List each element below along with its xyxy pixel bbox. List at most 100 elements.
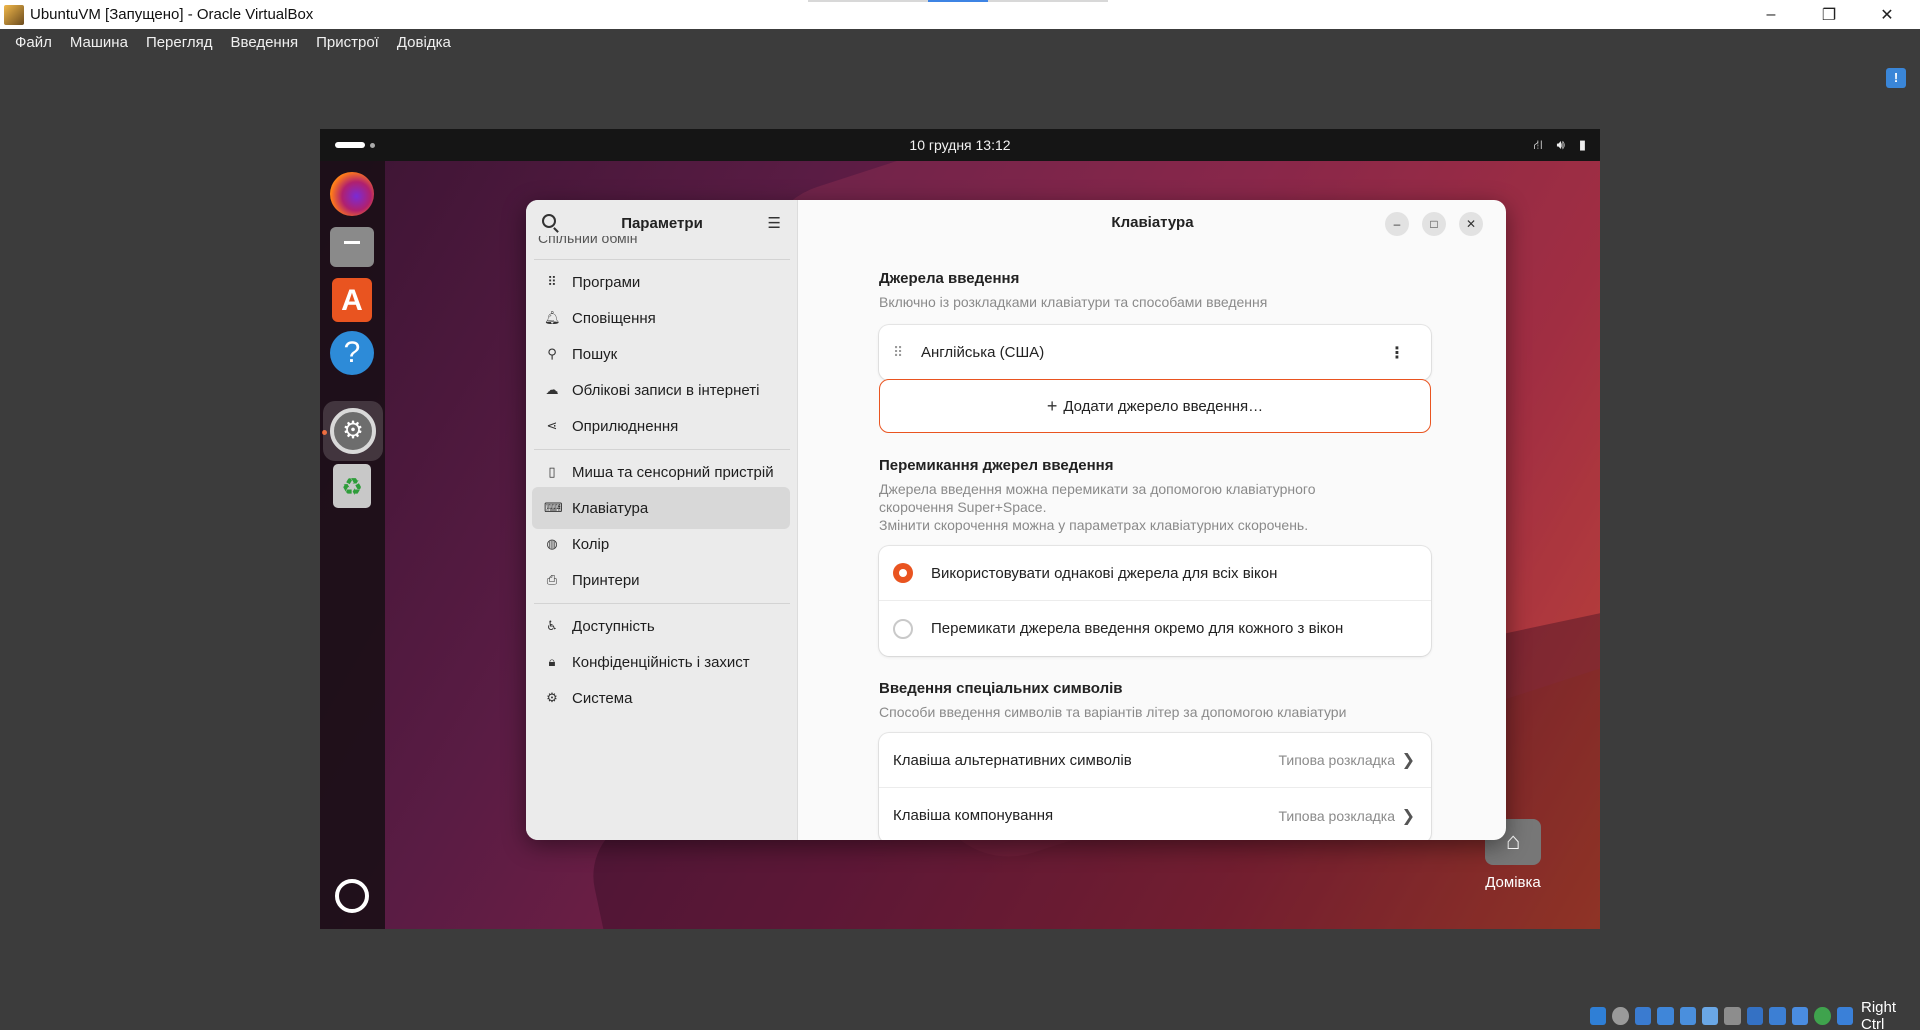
input-source-row[interactable]: ⠿ Англійська (США) ⋮ <box>879 325 1431 380</box>
network-icon[interactable]: ⛙ <box>1534 137 1543 155</box>
option-per-window-label: Перемикати джерела введення окремо для к… <box>931 620 1344 637</box>
search-icon: ⚲ <box>547 346 557 361</box>
sidebar-item-system[interactable]: ⚙ Система <box>532 677 790 719</box>
special-chars-list: Клавіша альтернативних символів Типова р… <box>879 733 1431 840</box>
dock-show-apps[interactable] <box>329 873 375 919</box>
system-tray[interactable]: ⛙ 🔊︎ ▮ <box>1534 137 1587 155</box>
cloud-icon: ☁ <box>545 382 559 397</box>
alt-chars-key-value: Типова розкладка <box>1278 752 1395 768</box>
battery-icon[interactable]: ▮ <box>1579 137 1586 155</box>
menu-view[interactable]: Перегляд <box>137 34 222 51</box>
virtualbox-icon <box>4 4 24 25</box>
sidebar-divider <box>534 259 790 260</box>
dock-settings[interactable]: ⚙ <box>323 401 383 461</box>
window-maximize-button[interactable]: □ <box>1422 212 1446 236</box>
switching-desc-1: Джерела введення можна перемикати за доп… <box>879 481 1316 497</box>
sidebar-item-label: Доступність <box>572 617 655 635</box>
cpu-icon[interactable] <box>1769 1007 1786 1025</box>
help-icon: ? <box>330 331 374 375</box>
hamburger-menu-icon[interactable]: ☰ <box>768 214 781 232</box>
network-adapter-icon[interactable] <box>1657 1007 1674 1025</box>
window-close-button[interactable]: ✕ <box>1459 212 1483 236</box>
hard-disk-icon[interactable] <box>1589 1007 1607 1025</box>
audio-icon[interactable] <box>1634 1007 1652 1025</box>
sidebar-divider <box>534 449 790 450</box>
titlebar-accent <box>808 0 1108 2</box>
host-key-label: Right Ctrl <box>1860 999 1897 1030</box>
share-icon: ⋖ <box>546 418 558 433</box>
gnome-topbar: 10 грудня 13:12 ⛙ 🔊︎ ▮ <box>320 129 1600 161</box>
compose-key-value: Типова розкладка <box>1278 807 1395 824</box>
alt-chars-key-row[interactable]: Клавіша альтернативних символів Типова р… <box>879 733 1431 788</box>
sidebar-item-label: Конфіденційність і захист <box>572 653 750 671</box>
close-button[interactable]: ✕ <box>1858 0 1916 29</box>
minimize-button[interactable]: – <box>1742 0 1800 29</box>
host-menubar: Файл Машина Перегляд Введення Пристрої Д… <box>0 29 1920 55</box>
sidebar-item-label: Сповіщення <box>572 309 656 327</box>
apps-grid-icon: ⠿ <box>547 274 557 289</box>
menu-help[interactable]: Довідка <box>388 34 460 51</box>
lock-icon: 🔒︎ <box>548 654 556 669</box>
sidebar-item-label: Облікові записи в інтернеті <box>572 381 760 399</box>
display-icon[interactable] <box>1724 1007 1741 1025</box>
option-per-window[interactable]: Перемикати джерела введення окремо для к… <box>879 601 1431 656</box>
sidebar-item-label: Колір <box>572 535 610 553</box>
trash-icon: ♻ <box>333 464 371 508</box>
add-input-source-button[interactable]: + Додати джерело введення… <box>879 379 1431 433</box>
plus-icon: + <box>1046 395 1058 416</box>
compose-key-row[interactable]: Клавіша компонування Типова розкладка ❯ <box>879 788 1431 840</box>
switching-title: Перемикання джерел введення <box>879 457 1114 474</box>
home-folder-label[interactable]: Домівка <box>1460 874 1566 891</box>
dock-firefox[interactable] <box>329 171 375 217</box>
keyboard-icon: ⌨ <box>544 500 563 515</box>
radio-selected[interactable] <box>893 563 913 583</box>
kebab-menu-icon[interactable]: ⋮ <box>1389 343 1405 363</box>
settings-icon: ⚙ <box>330 408 376 454</box>
dock-app-center[interactable]: A <box>329 277 375 323</box>
special-chars-title: Введення спеціальних символів <box>879 680 1123 697</box>
keyboard-capture-icon[interactable] <box>1836 1007 1853 1025</box>
sidebar-item-label: Миша та сенсорний пристрій <box>572 463 774 481</box>
radio-unselected[interactable] <box>893 618 913 639</box>
input-source-label: Англійська (США) <box>921 344 1045 361</box>
window-minimize-button[interactable]: – <box>1385 212 1409 236</box>
option-same-label: Використовувати однакові джерела для всі… <box>931 564 1278 582</box>
drag-handle-icon[interactable]: ⠿ <box>893 344 904 361</box>
menu-machine[interactable]: Машина <box>61 34 137 51</box>
sidebar-item-sharing-cut[interactable]: Спільний обмін <box>538 236 638 245</box>
input-sources-subtitle: Включно із розкладками клавіатури та спо… <box>879 294 1268 310</box>
restore-button[interactable]: ❐ <box>1800 0 1858 29</box>
menu-devices[interactable]: Пристрої <box>307 34 388 51</box>
shared-folders-icon[interactable] <box>1702 1007 1719 1025</box>
settings-window: Параметри ☰ Спільний обмін ⠿ Програми 🔔︎ С… <box>526 200 1506 840</box>
app-center-icon: A <box>332 278 372 322</box>
virtualization-icon[interactable] <box>1791 1007 1809 1025</box>
sidebar-item-label: Оприлюднення <box>572 417 679 435</box>
recording-icon[interactable] <box>1746 1007 1764 1025</box>
menu-file[interactable]: Файл <box>6 34 61 51</box>
chevron-right-icon: ❯ <box>1401 807 1415 825</box>
dock-help[interactable]: ? <box>329 330 375 376</box>
optical-drive-icon[interactable] <box>1612 1007 1629 1025</box>
menu-input[interactable]: Введення <box>222 34 308 51</box>
clock[interactable]: 10 грудня 13:12 <box>320 129 1600 161</box>
firefox-icon <box>330 172 374 216</box>
printer-icon: ⎙ <box>546 572 558 587</box>
compose-key-label: Клавіша компонування <box>893 807 1054 824</box>
volume-icon[interactable]: 🔊︎ <box>1557 137 1565 155</box>
input-sources-list: ⠿ Англійська (США) ⋮ <box>879 325 1431 380</box>
sidebar-item-printers[interactable]: ⎙ Принтери <box>532 559 790 601</box>
dock-trash[interactable]: ♻ <box>329 463 375 509</box>
sidebar-item-label: Система <box>572 689 633 707</box>
mouse-integration-icon[interactable] <box>1814 1007 1831 1025</box>
mouse-icon: ▯ <box>548 464 556 479</box>
option-same-sources[interactable]: Використовувати однакові джерела для всі… <box>879 546 1431 601</box>
usb-icon[interactable] <box>1679 1007 1697 1025</box>
sidebar-title: Параметри <box>621 215 703 232</box>
dock-files[interactable] <box>329 224 375 270</box>
sidebar-item-label: Клавіатура <box>572 499 649 517</box>
vm-screen[interactable]: 10 грудня 13:12 ⛙ 🔊︎ ▮ A ? ⚙ ♻ ⌂ Домівка… <box>320 129 1600 929</box>
notification-icon[interactable]: ! <box>1886 68 1906 88</box>
sidebar-item-sharing[interactable]: ⋖ Оприлюднення <box>532 405 790 447</box>
switching-desc-3: Змінити скорочення можна у параметрах кл… <box>879 517 1309 533</box>
